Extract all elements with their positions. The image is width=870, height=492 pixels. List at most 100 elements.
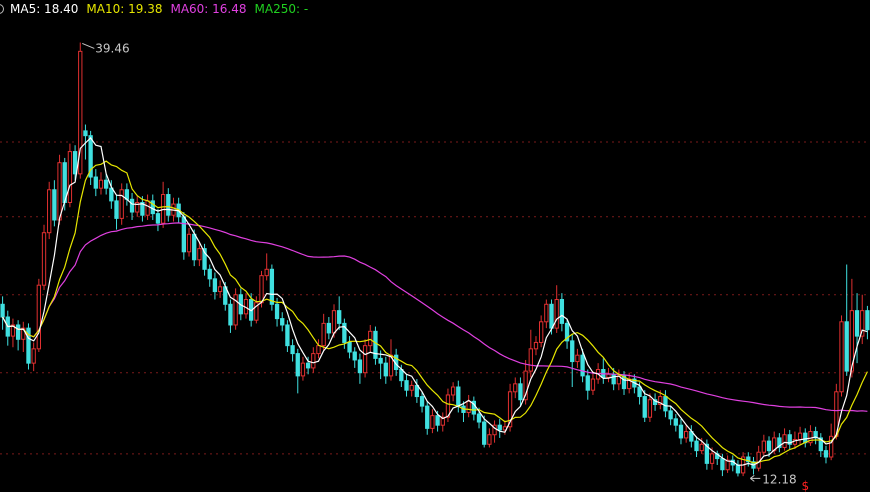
candle-body: [285, 324, 290, 347]
candle-body: [316, 345, 321, 355]
candle-body: [72, 151, 78, 175]
candle-body: [274, 303, 280, 320]
candlestick-chart[interactable]: 39.46 12.18 $: [0, 0, 870, 492]
candle-body: [419, 396, 425, 407]
candle-body: [145, 200, 150, 216]
candle-body: [399, 369, 404, 382]
candle-body: [606, 373, 611, 378]
candle-body: [305, 362, 311, 369]
candle-body: [450, 386, 456, 396]
candle-body: [580, 354, 585, 377]
moving-averages: [2, 136, 868, 466]
candle-body: [357, 359, 363, 374]
candle-body: [47, 189, 52, 234]
candle-body: [684, 431, 689, 439]
candle-body: [300, 362, 306, 377]
candle-body: [430, 415, 435, 429]
candle-body: [368, 330, 373, 347]
candle-body: [269, 268, 275, 305]
candle-body: [425, 405, 430, 429]
candle-body: [539, 321, 544, 343]
candle-body: [720, 458, 725, 471]
candle-body: [678, 424, 684, 439]
candle-body: [93, 176, 98, 189]
candle-body: [637, 386, 642, 398]
candle-body: [264, 268, 269, 277]
candle-body: [155, 213, 161, 224]
candle-body: [259, 275, 264, 304]
candle-body: [456, 386, 461, 407]
candle-body: [575, 354, 580, 363]
candle-body: [104, 179, 109, 189]
candle-body: [352, 351, 357, 361]
candle-body: [67, 151, 73, 203]
candle-body: [109, 187, 114, 202]
candle-body: [549, 303, 554, 329]
candle-body: [766, 440, 772, 452]
candle-body: [585, 375, 590, 391]
candle-body: [331, 310, 337, 334]
candle-body: [554, 299, 559, 329]
candle-body: [435, 415, 440, 426]
high-arrow: [82, 42, 95, 49]
candle-body: [761, 440, 766, 453]
candle-body: [513, 383, 518, 393]
candle-body: [497, 424, 502, 431]
candle-body: [865, 310, 870, 331]
candle-body: [570, 340, 575, 363]
candle-body: [326, 322, 331, 334]
candle-body: [544, 303, 549, 323]
candle-body: [181, 216, 186, 253]
candle-body: [611, 373, 616, 385]
candle-body: [57, 162, 62, 221]
signal-marker: $: [801, 479, 809, 492]
candle-body: [466, 400, 471, 413]
candle-body: [129, 198, 135, 213]
low-label: 12.18: [762, 472, 796, 486]
candle-body: [782, 434, 787, 448]
candle-body: [378, 357, 383, 364]
candle-body: [321, 322, 326, 347]
candle-body: [197, 248, 202, 261]
candle-body: [192, 233, 197, 261]
candle-body: [0, 303, 5, 318]
candle-body: [207, 268, 212, 280]
candle-body: [642, 396, 647, 418]
candle-body: [476, 413, 482, 423]
gridlines: [0, 141, 870, 455]
ma60-line: [2, 222, 868, 412]
candle-body: [311, 353, 316, 369]
candle-body: [114, 200, 119, 219]
candle-body: [694, 440, 699, 452]
candle-body: [15, 324, 21, 340]
candle-body: [337, 310, 342, 324]
candle-body: [383, 362, 388, 377]
candle-body: [823, 450, 829, 458]
candle-body: [347, 341, 352, 353]
candle-body: [290, 345, 295, 355]
candle-body: [280, 318, 285, 326]
candle-body: [295, 353, 300, 377]
candle-body: [709, 453, 715, 464]
candle-body: [160, 194, 166, 224]
candle-body: [647, 399, 653, 418]
candle-body: [362, 345, 368, 374]
candle-body: [699, 443, 704, 452]
candle-body: [409, 384, 414, 391]
candle-body: [533, 341, 539, 350]
candle-body: [797, 432, 803, 441]
candle-body: [52, 189, 57, 221]
candle-body: [668, 410, 673, 420]
candle-body: [482, 421, 487, 445]
candle-body: [803, 432, 808, 444]
candle-body: [735, 464, 741, 474]
candle-body: [844, 321, 849, 372]
candle-body: [212, 278, 218, 293]
candle-body: [528, 348, 533, 372]
candle-body: [559, 299, 565, 324]
candle-body: [518, 383, 523, 401]
ma5-line: [2, 136, 868, 466]
candle-body: [663, 396, 668, 412]
candle-body: [98, 179, 104, 189]
candle-body: [41, 232, 47, 286]
